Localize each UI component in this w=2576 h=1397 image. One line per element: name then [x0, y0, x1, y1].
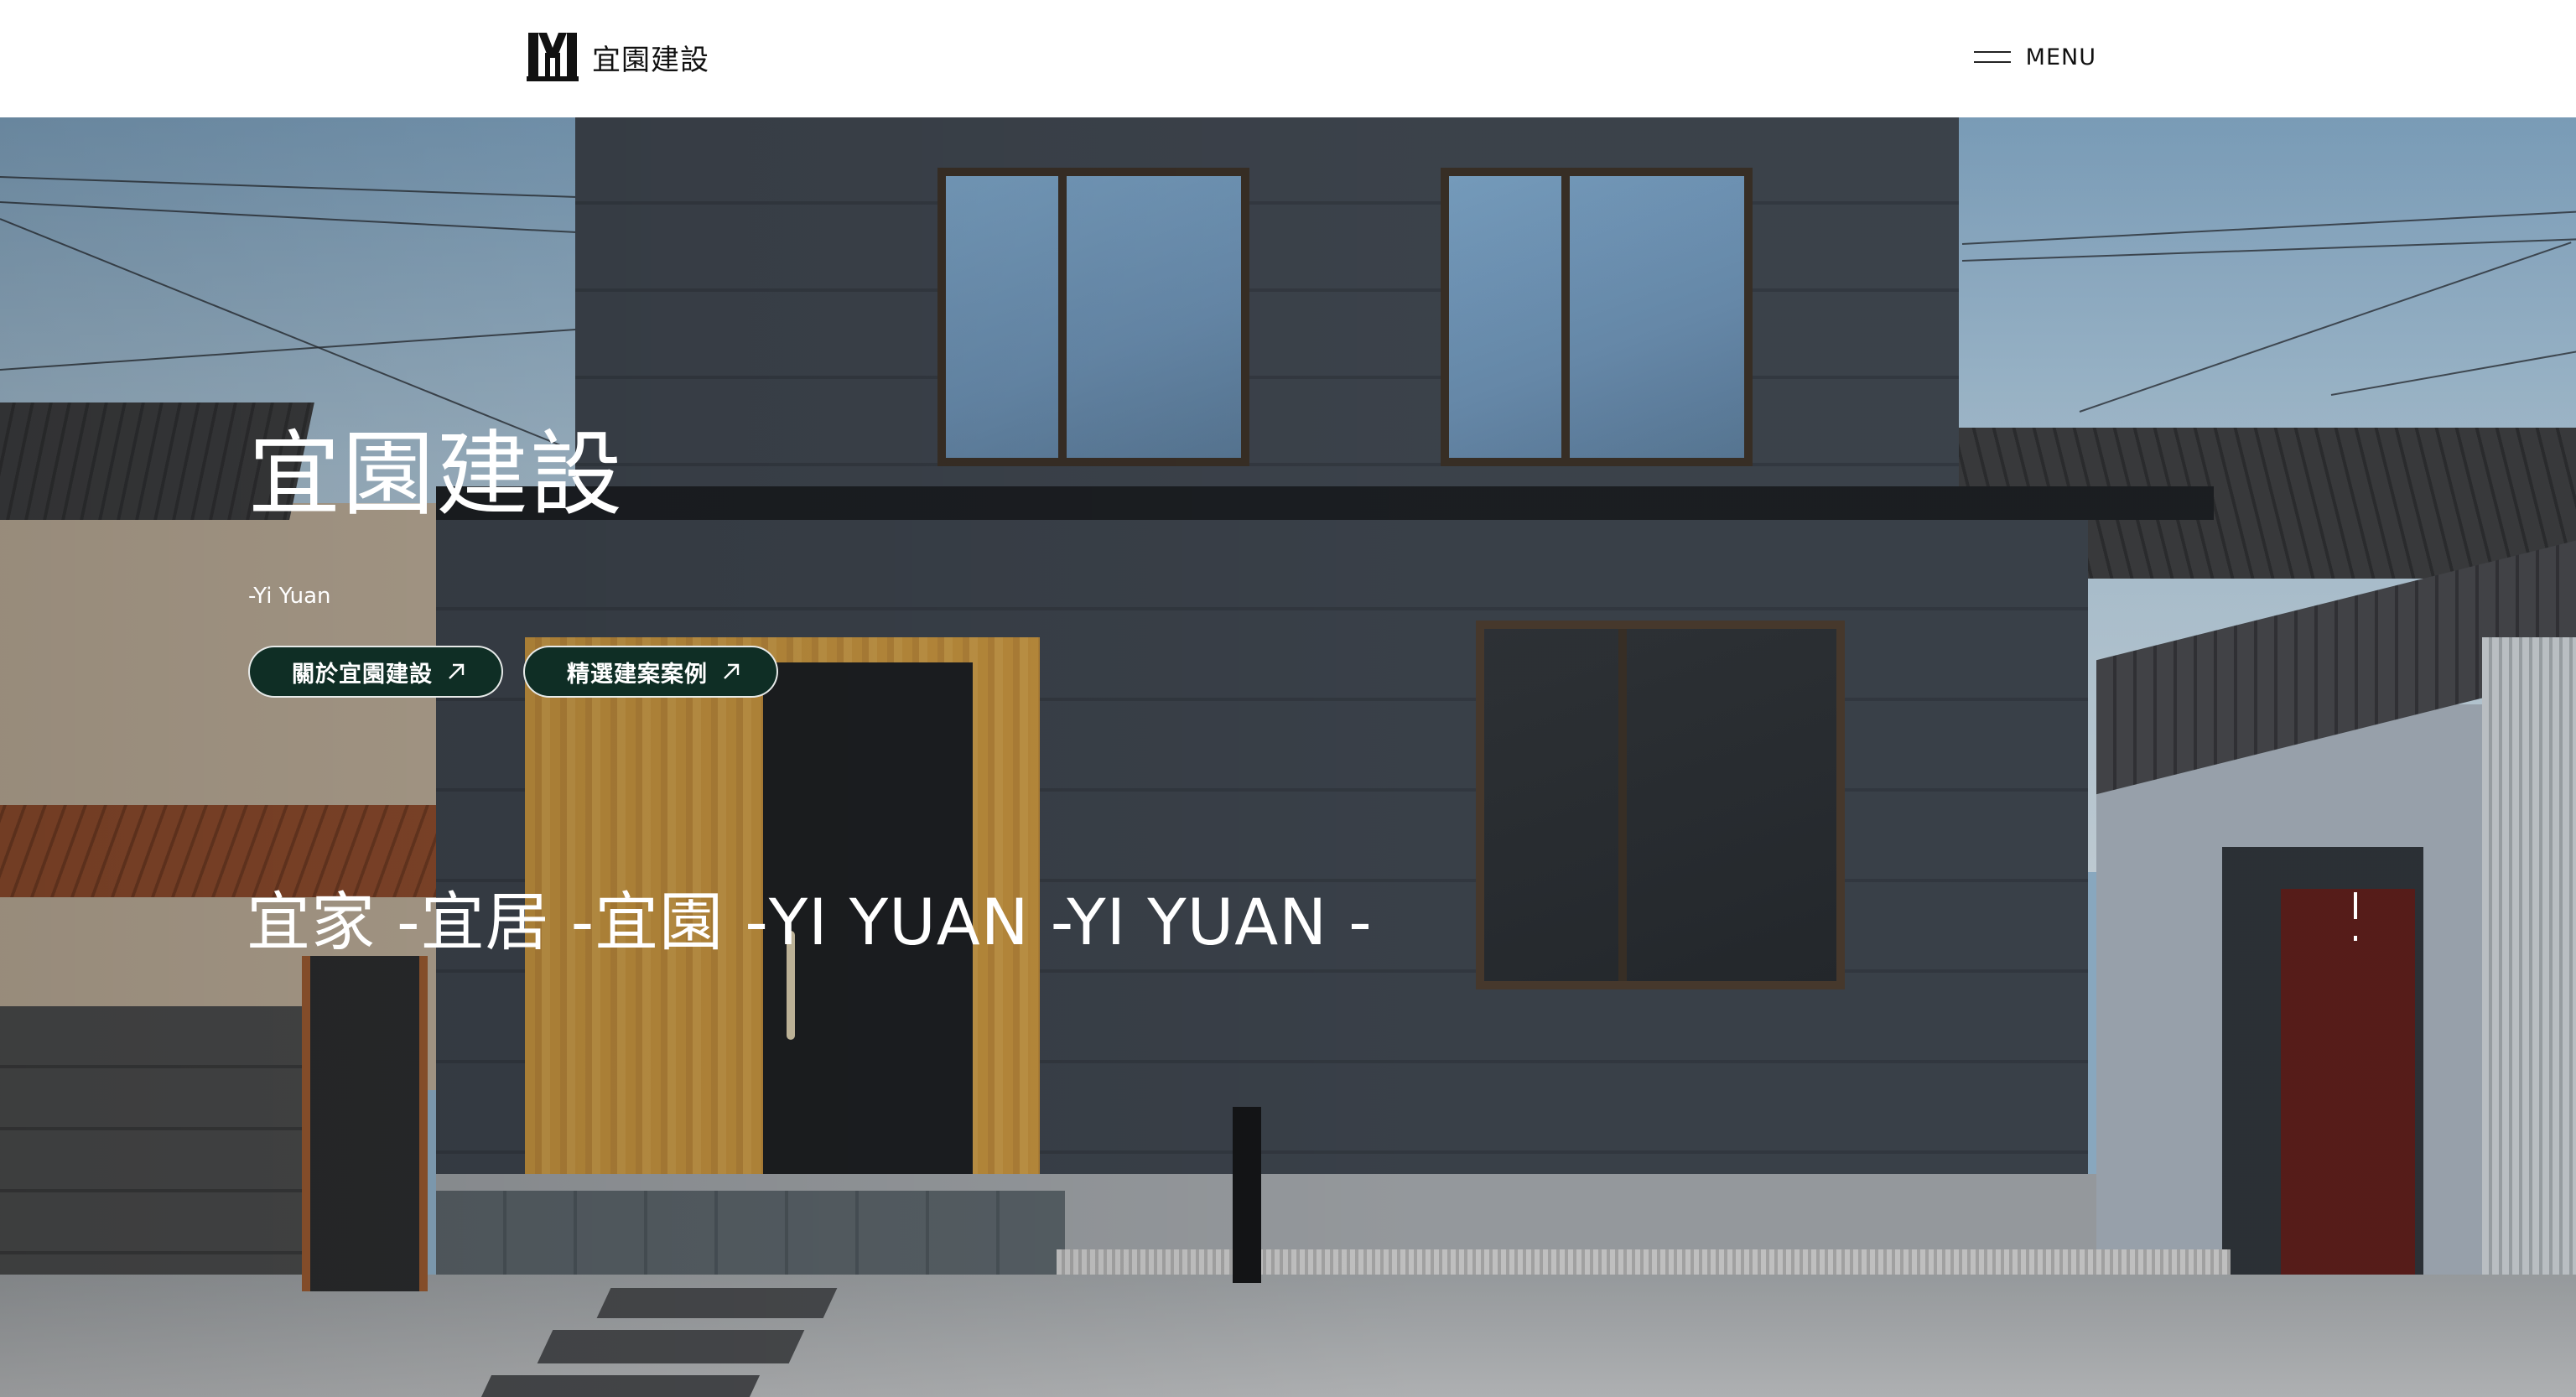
hero-title: 宜園建設 — [248, 421, 624, 528]
arrow-up-right-icon — [721, 662, 741, 682]
featured-projects-button[interactable]: 精選建案案例 — [523, 646, 778, 698]
logo-text: 宜園建設 — [592, 43, 709, 77]
scroll-indicator-icon — [2354, 892, 2357, 946]
hamburger-icon — [1973, 49, 2011, 65]
site-logo[interactable]: 宜園建設 — [527, 30, 709, 84]
arrow-up-right-icon — [446, 662, 466, 682]
hero-section: 宜園建設 -Yi Yuan 關於宜園建設 精選建案案例 宜家 -宜居 -宜園 -… — [0, 117, 2576, 1397]
about-button[interactable]: 關於宜園建設 — [248, 646, 503, 698]
site-header: 宜園建設 MENU — [0, 0, 2576, 117]
menu-label: MENU — [2025, 44, 2096, 70]
hero-button-group: 關於宜園建設 精選建案案例 — [248, 646, 778, 698]
hero-marquee-text: 宜家 -宜居 -宜園 -YI YUAN -YI YUAN - — [247, 885, 1373, 959]
featured-projects-button-label: 精選建案案例 — [567, 661, 708, 688]
logo-mark-icon — [527, 33, 579, 81]
hero-subtitle: -Yi Yuan — [248, 584, 331, 609]
menu-button[interactable]: MENU — [1973, 37, 2096, 77]
about-button-label: 關於宜園建設 — [292, 661, 433, 688]
